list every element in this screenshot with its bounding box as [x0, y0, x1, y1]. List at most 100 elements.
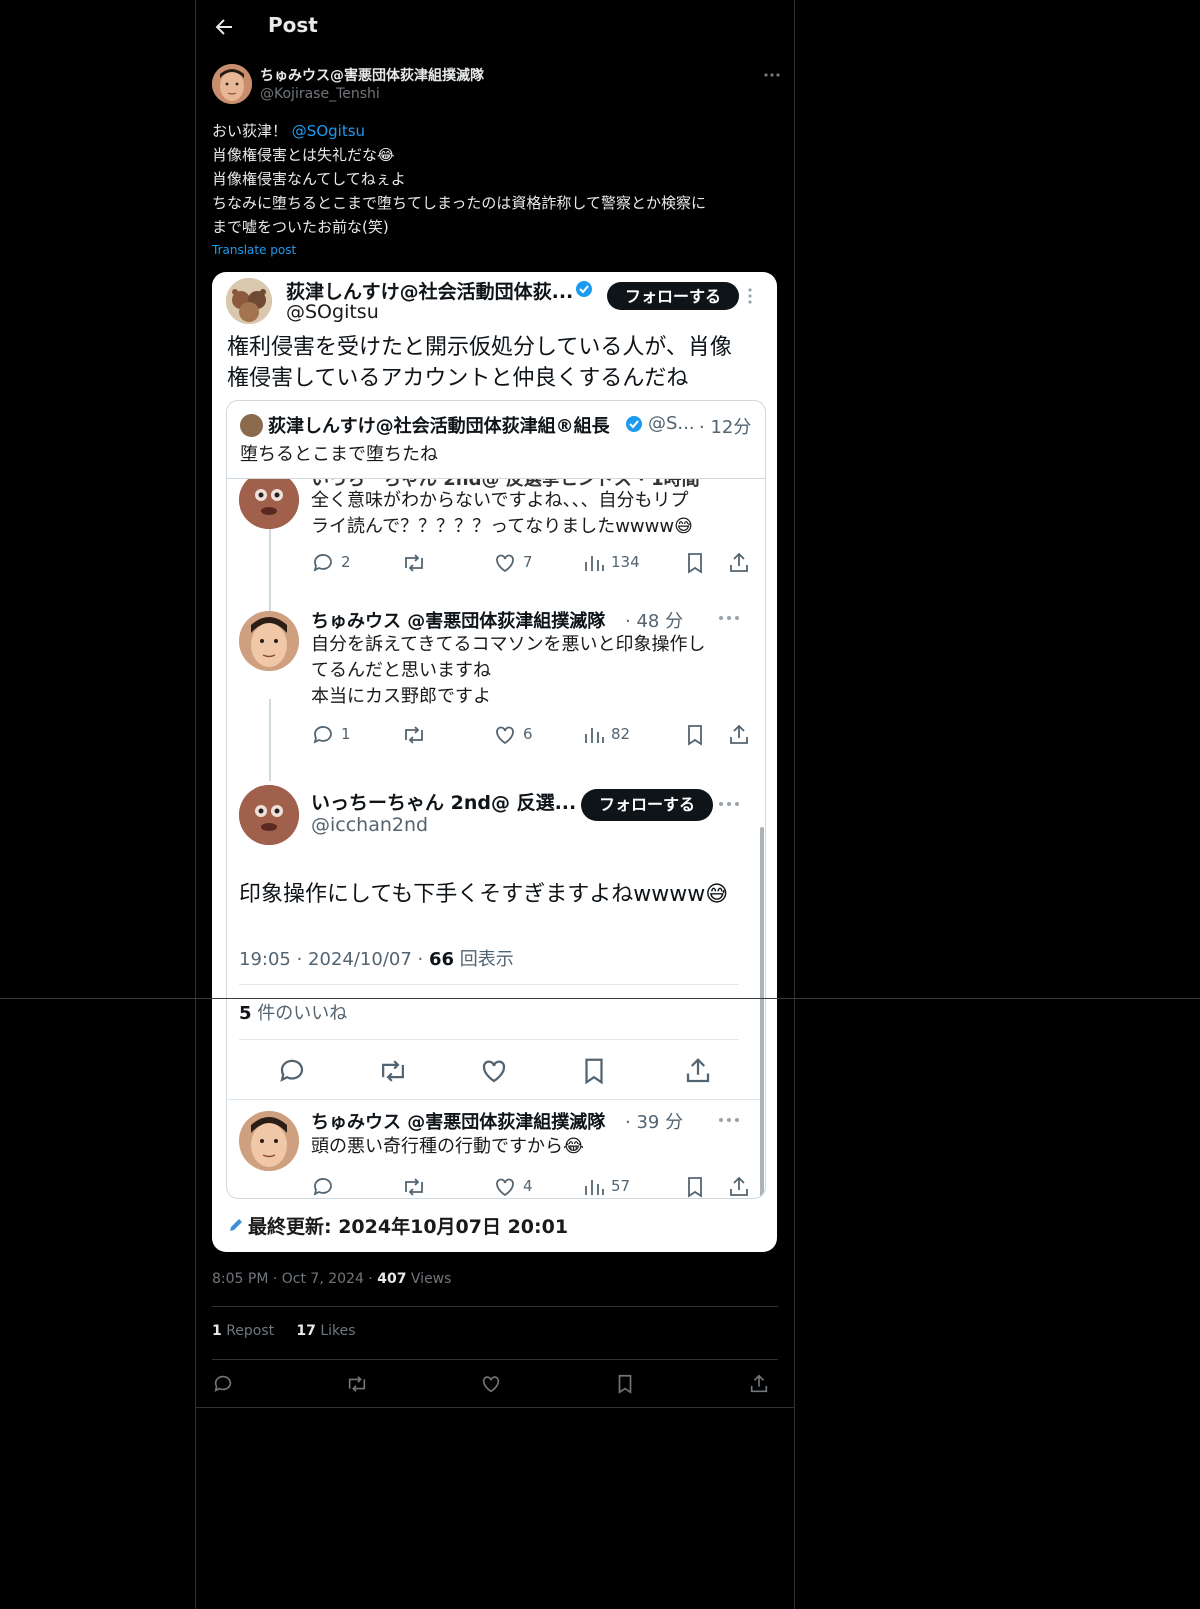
focused-meta: 19:05 · 2024/10/07 · 66 回表示 — [239, 945, 514, 971]
screenshot-avatar-bears — [226, 278, 272, 324]
reply-time: · 48 分 — [625, 611, 684, 632]
repost-icon — [405, 1178, 423, 1196]
quote-author-name: 荻津しんすけ@社会活動団体荻津組®組長 — [268, 416, 610, 437]
post-text-line: 肖像権侵害なんてしてねぇよ — [212, 170, 406, 188]
quote-time: · 12分 — [699, 417, 752, 438]
scrollbar — [760, 827, 764, 1197]
repost-icon[interactable] — [345, 1373, 369, 1395]
top-bar: Post — [196, 0, 794, 53]
focused-views-label: 回表示 — [454, 949, 514, 970]
puppet-avatar-icon — [239, 785, 299, 845]
reply-text-line: 本当にカス野郎ですよ — [311, 686, 491, 707]
focused-action-bar — [277, 1056, 717, 1086]
focused-author-handle: @icchan2nd — [311, 814, 429, 836]
last-updated-text: 最終更新: 2024年10月07日 20:01 — [248, 1216, 569, 1238]
more-options-icon — [719, 1118, 739, 1122]
more-options-icon — [719, 802, 739, 806]
repost-icon — [405, 726, 423, 744]
post-text-line: まで嘘をついたお前な(笑) — [212, 218, 389, 236]
reply-icon[interactable] — [212, 1373, 234, 1395]
reply-text-line: ライ読んで？？？？？ってなりましたwwww😅 — [311, 516, 693, 537]
reply-text-line: 全く意味がわからないですよね、、、自分もリプ — [311, 490, 689, 511]
like-icon — [482, 1060, 506, 1083]
author-name[interactable]: ちゅみウス@害悪団体荻津組撲滅隊 — [260, 65, 484, 85]
like-icon — [496, 726, 514, 745]
focused-views-count: 66 — [428, 949, 455, 970]
screenshot-main-handle: @SOgitsu — [286, 301, 379, 323]
like-count: 7 — [523, 553, 533, 571]
reply-action-bar: 1 6 82 — [311, 723, 751, 747]
like-count: 6 — [523, 725, 533, 743]
back-arrow-icon[interactable] — [212, 15, 236, 39]
reply-icon — [280, 1059, 304, 1082]
reply-text: 全く意味がわからないですよね、、、自分もリプ ライ読んで？？？？？ってなりました… — [311, 488, 761, 540]
views-count: 82 — [611, 725, 631, 743]
reply-text: 頭の悪い奇行種の行動ですから😂 — [311, 1136, 585, 1157]
share-icon — [730, 552, 748, 572]
reply-text: 自分を訴えてきてるコマソンを悪いと印象操作し てるんだと思いますね 本当にカス野… — [311, 632, 761, 710]
bear-avatar-icon — [226, 278, 272, 324]
views-icon — [585, 728, 604, 743]
thread-line — [269, 699, 271, 781]
share-icon — [686, 1058, 710, 1083]
bookmark-icon — [688, 1177, 702, 1198]
post-stats: 1 Repost 17 Likes — [212, 1323, 356, 1339]
likes-count: 17 — [296, 1323, 316, 1339]
reply-avatar — [239, 479, 299, 529]
focused-likes-count: 5 — [239, 1003, 252, 1024]
bookmark-icon — [688, 553, 702, 574]
like-count: 4 — [523, 1177, 533, 1195]
reply-text-line: てるんだと思いますね — [311, 660, 491, 681]
attached-screenshot[interactable]: 荻津しんすけ@社会活動団体荻... @SOgitsu フォローする 権利侵害を受… — [212, 272, 777, 1252]
like-icon[interactable] — [480, 1373, 502, 1395]
reply-avatar — [239, 1111, 299, 1171]
more-options-icon[interactable] — [762, 65, 782, 85]
quote-author-handle: @S... — [648, 413, 695, 434]
reply-icon — [313, 554, 332, 572]
share-icon — [730, 724, 748, 744]
bookmark-icon[interactable] — [615, 1373, 635, 1395]
focused-avatar — [239, 785, 299, 845]
reposts-count: 1 — [212, 1323, 222, 1339]
post-action-bar — [212, 1373, 778, 1397]
share-icon — [730, 1176, 748, 1196]
focused-author-name: いっちーちゃん 2nd@ 反選... — [311, 792, 577, 814]
post-text: おい荻津！ @SOgitsu 肖像権侵害とは失礼だな😂 肖像権侵害なんてしてねぇ… — [212, 119, 778, 239]
post-text-line: おい荻津！ — [212, 122, 288, 140]
views-label: Views — [406, 1271, 452, 1287]
bookmark-icon — [585, 1058, 603, 1085]
bookmark-icon — [688, 725, 702, 746]
reposts-link[interactable]: 1 Repost — [212, 1323, 274, 1339]
views-count: 134 — [611, 553, 640, 571]
reply-text-line: 自分を訴えてきてるコマソンを悪いと印象操作し — [311, 634, 706, 655]
likes-label: Likes — [315, 1323, 356, 1339]
post-meta: 8:05 PM · Oct 7, 2024 · 407 Views — [212, 1271, 451, 1287]
share-icon[interactable] — [748, 1373, 770, 1395]
post-time[interactable]: 8:05 PM · Oct 7, 2024 · — [212, 1271, 377, 1287]
follow-button: フォローする — [607, 282, 739, 310]
focused-likes: 5 件のいいね — [239, 999, 347, 1025]
mention-link[interactable]: @SOgitsu — [292, 122, 365, 140]
follow-button: フォローする — [581, 789, 713, 821]
avatar-face-icon — [239, 1111, 299, 1171]
screenshot-main-text-line: 権侵害しているアカウントと仲良くするんだね — [227, 366, 689, 391]
verified-badge-icon — [626, 416, 642, 432]
horizontal-guide-line — [0, 998, 1200, 999]
puppet-avatar-icon — [239, 479, 299, 529]
post-text-line: ちなみに堕ちるとこまで堕ちてしまったのは資格詐称して警察とか検察に — [212, 194, 706, 212]
divider — [227, 1099, 765, 1100]
quote-avatar — [240, 414, 263, 437]
avatar-face-icon — [212, 64, 252, 104]
screenshot-main-text: 権利侵害を受けたと開示仮処分している人が、肖像 権侵害しているアカウントと仲良く… — [227, 332, 767, 394]
views-icon — [585, 556, 604, 571]
divider — [239, 984, 739, 985]
avatar[interactable] — [212, 64, 252, 104]
author-handle[interactable]: @Kojirase_Tenshi — [260, 86, 380, 102]
screenshot-main-text-line: 権利侵害を受けたと開示仮処分している人が、肖像 — [227, 335, 732, 360]
repost-icon — [405, 554, 423, 572]
likes-link[interactable]: 17 Likes — [296, 1323, 355, 1339]
divider — [212, 1306, 778, 1307]
reply-count: 2 — [341, 553, 351, 571]
translate-post-link[interactable]: Translate post — [212, 243, 296, 257]
focused-text: 印象操作にしても下手くそすぎますよねwwww😅 — [239, 882, 729, 907]
